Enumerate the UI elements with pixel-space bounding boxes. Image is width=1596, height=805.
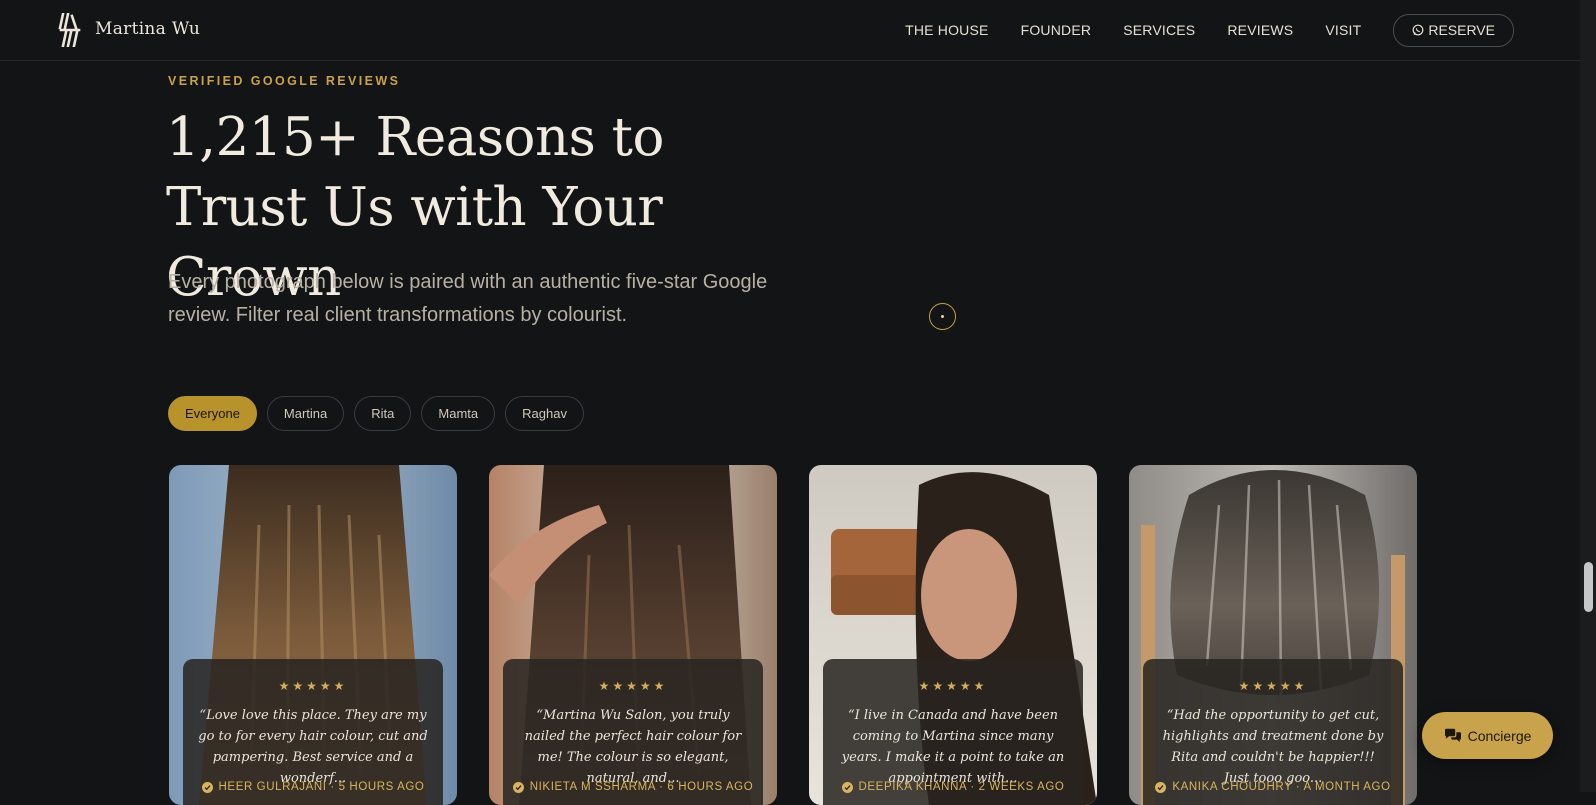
verified-check-icon	[201, 781, 213, 793]
review-card[interactable]: ★★★★★ “I live in Canada and have been co…	[809, 465, 1097, 805]
nav-link-the-house[interactable]: THE HOUSE	[905, 22, 988, 38]
custom-cursor-ring	[929, 303, 956, 330]
whatsapp-icon	[1412, 24, 1424, 36]
review-quote: “Had the opportunity to get cut, highlig…	[1162, 708, 1384, 786]
review-panel: ★★★★★ “Love love this place. They are my…	[183, 659, 443, 805]
star-rating: ★★★★★	[598, 679, 668, 693]
star-rating: ★★★★★	[1238, 679, 1308, 693]
verified-check-icon	[1155, 781, 1167, 793]
review-author-text: HEER GULRAJANI · 5 HOURS AGO	[218, 781, 425, 793]
review-panel: ★★★★★ “Had the opportunity to get cut, h…	[1143, 659, 1403, 805]
concierge-button[interactable]: Concierge	[1422, 712, 1553, 759]
filter-chip-rita[interactable]: Rita	[354, 396, 412, 431]
nav-link-reviews[interactable]: REVIEWS	[1227, 22, 1293, 38]
review-author: DEEPIKA KHANNA · 2 WEEKS AGO	[823, 781, 1083, 793]
review-author-text: KANIKA CHOUDHRY · A MONTH AGO	[1172, 781, 1391, 793]
verified-check-icon	[512, 781, 524, 793]
filter-chip-mamta[interactable]: Mamta	[421, 396, 496, 431]
nav-link-founder[interactable]: FOUNDER	[1021, 22, 1092, 38]
section-subtitle: Every photograph below is paired with an…	[168, 271, 768, 326]
review-card[interactable]: ★★★★★ “Martina Wu Salon, you truly naile…	[489, 465, 777, 805]
review-author-text: DEEPIKA KHANNA · 2 WEEKS AGO	[858, 781, 1065, 793]
scrollbar-thumb[interactable]	[1584, 562, 1593, 612]
review-card[interactable]: ★★★★★ “Love love this place. They are my…	[169, 465, 457, 805]
review-quote: “Martina Wu Salon, you truly nailed the …	[524, 708, 742, 786]
verified-check-icon	[841, 781, 853, 793]
review-quote: “Love love this place. They are my go to…	[198, 708, 428, 786]
reserve-button[interactable]: RESERVE	[1393, 13, 1514, 47]
review-panel: ★★★★★ “I live in Canada and have been co…	[823, 659, 1083, 805]
review-author: HEER GULRAJANI · 5 HOURS AGO	[183, 781, 443, 793]
filter-chip-raghav[interactable]: Raghav	[505, 396, 584, 431]
nav-link-visit[interactable]: VISIT	[1325, 22, 1361, 38]
filter-chip-everyone[interactable]: Everyone	[168, 396, 257, 431]
filter-chip-martina[interactable]: Martina	[266, 396, 345, 431]
nav-link-services[interactable]: SERVICES	[1123, 22, 1195, 38]
star-rating: ★★★★★	[918, 679, 988, 693]
review-panel: ★★★★★ “Martina Wu Salon, you truly naile…	[503, 659, 763, 805]
chat-bubbles-icon	[1444, 728, 1461, 742]
nav-links: THE HOUSE FOUNDER SERVICES REVIEWS VISIT…	[873, 0, 1580, 60]
concierge-label: Concierge	[1467, 727, 1532, 744]
review-author: KANIKA CHOUDHRY · A MONTH AGO	[1143, 781, 1403, 793]
review-card[interactable]: ★★★★★ “Had the opportunity to get cut, h…	[1129, 465, 1417, 805]
star-rating: ★★★★★	[278, 679, 348, 693]
page-scrollbar[interactable]	[1580, 0, 1596, 792]
colourist-filter: Everyone Martina Rita Mamta Raghav	[168, 396, 594, 431]
section-eyebrow: VERIFIED GOOGLE REVIEWS	[168, 74, 401, 88]
top-navigation: Martina Wu THE HOUSE FOUNDER SERVICES RE…	[0, 0, 1580, 61]
review-author-text: NIKIETA M SSHARMA · 6 HOURS AGO	[529, 781, 754, 793]
brand-name[interactable]: Martina Wu	[95, 19, 200, 39]
review-quote: “I live in Canada and have been coming t…	[841, 708, 1065, 786]
reserve-label: RESERVE	[1428, 22, 1495, 38]
mw-monogram-icon[interactable]	[58, 13, 82, 47]
review-author: NIKIETA M SSHARMA · 6 HOURS AGO	[503, 781, 763, 793]
